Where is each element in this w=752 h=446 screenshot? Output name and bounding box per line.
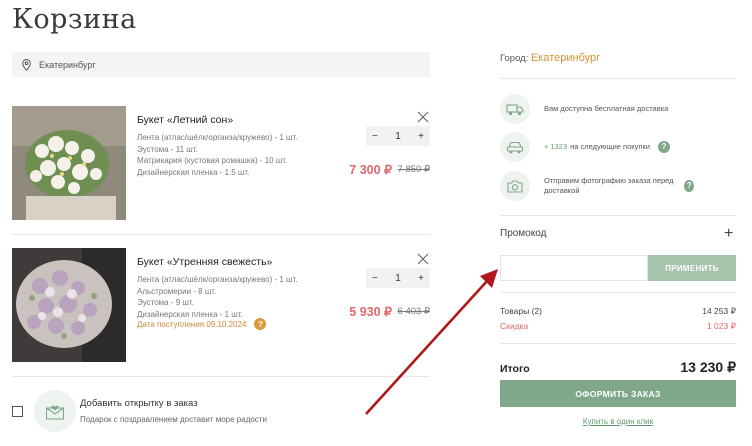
promo-expand-button[interactable]: + (724, 225, 733, 243)
perk-text: Отправим фотографию заказа перед доставк… (544, 176, 694, 196)
perk-text: + 1323 на следующие покупки ? (544, 141, 670, 153)
item-divider (12, 376, 430, 377)
goods-label: Товары (2) (500, 306, 542, 316)
current-price: 7 300 ₽ (349, 163, 392, 177)
help-icon[interactable]: ? (657, 141, 670, 153)
product-image[interactable] (12, 106, 126, 220)
camera-icon (500, 171, 530, 201)
perk-bonus: + 1323 на следующие покупки ? (500, 131, 736, 163)
composition-line: Дизайнерская пленка - 1.5 шт. (137, 167, 250, 177)
sidebar-divider (500, 292, 736, 293)
apply-promo-button[interactable]: ПРИМЕНИТЬ (648, 255, 736, 281)
close-icon[interactable] (416, 110, 430, 124)
quantity-value[interactable]: 1 (395, 273, 401, 284)
total-value: 13 230 ₽ (680, 359, 736, 375)
product-composition: Лента (атлас/шёлк/органза/кружево) - 1 ш… (137, 274, 297, 320)
location-pin-icon (22, 58, 31, 71)
product-name[interactable]: Букет «Летний сон» (137, 114, 233, 126)
greeting-card-option: Добавить открытку в заказ Подарок с позд… (12, 388, 430, 438)
car-icon (500, 132, 530, 162)
total-label: Итого (500, 363, 530, 375)
arrival-date-text: Дата поступления 09.10.2024 (137, 319, 247, 329)
discount-value: 1 023 ₽ (706, 321, 736, 331)
perk-free-delivery: Вам доступна бесплатная доставка (500, 93, 736, 125)
decrease-button[interactable]: − (372, 273, 378, 284)
composition-line: Альстромерии - 8 шт. (137, 286, 217, 296)
product-image[interactable] (12, 248, 126, 362)
sidebar-divider (500, 215, 736, 216)
product-name[interactable]: Букет «Утренняя свежесть» (137, 256, 272, 268)
summary-goods: Товары (2) 14 253 ₽ (500, 306, 736, 317)
city-value[interactable]: Екатеринбург (531, 52, 600, 64)
composition-line: Матрикария (кустовая ромашка) - 10 шт. (137, 156, 288, 165)
composition-line: Эустома - 9 шт. (137, 298, 194, 307)
checkout-button[interactable]: ОФОРМИТЬ ЗАКАЗ (500, 380, 736, 407)
perk-photo: Отправим фотографию заказа перед доставк… (500, 170, 736, 202)
help-icon[interactable]: ? (684, 180, 694, 192)
old-price: 6 403 ₽ (397, 306, 430, 317)
quantity-stepper: − 1 + (366, 268, 430, 288)
summary-total: Итого 13 230 ₽ (500, 359, 736, 376)
page-title: Корзина (12, 4, 137, 35)
composition-line: Эустома - 11 шт. (137, 144, 198, 154)
arrival-date: Дата поступления 09.10.2024 ? (137, 318, 267, 330)
city-selector-value: Екатеринбург (39, 59, 96, 70)
product-composition: Лента (атлас/шёлк/органза/кружево) - 1 ш… (137, 132, 297, 178)
city-selector[interactable]: Екатеринбург (12, 52, 430, 77)
sidebar-divider (500, 343, 736, 344)
bonus-amount: + 1323 (544, 142, 568, 151)
delivery-truck-icon (500, 94, 530, 124)
composition-line: Лента (атлас/шёлк/органза/кружево) - 1 ш… (137, 275, 298, 284)
goods-value: 14 253 ₽ (702, 306, 736, 316)
quantity-stepper: − 1 + (366, 126, 430, 146)
close-icon[interactable] (416, 252, 430, 266)
greeting-card-subtitle: Подарок с поздравлением доставит море ра… (80, 415, 267, 424)
greeting-card-checkbox[interactable] (12, 406, 23, 417)
increase-button[interactable]: + (418, 273, 424, 284)
item-divider (12, 234, 430, 235)
promo-label[interactable]: Промокод (500, 228, 546, 239)
summary-discount: Скидка 1 023 ₽ (500, 321, 736, 332)
old-price: 7 850 ₽ (397, 164, 430, 175)
city-label: Город: (500, 53, 529, 64)
sidebar-divider (500, 78, 736, 79)
discount-label: Скидка (500, 321, 529, 331)
perk-text: Вам доступна бесплатная доставка (544, 104, 669, 113)
cart-item: Букет «Утренняя свежесть» Лента (атлас/ш… (12, 248, 430, 364)
current-price: 5 930 ₽ (349, 305, 392, 319)
composition-line: Лента (атлас/шёлк/органза/кружево) - 1 ш… (137, 133, 298, 142)
city-line: Город: Екатеринбург (500, 52, 600, 64)
envelope-icon (34, 390, 76, 432)
greeting-card-title: Добавить открытку в заказ (80, 398, 198, 409)
cart-item: Букет «Летний сон» Лента (атлас/шёлк/орг… (12, 106, 430, 222)
one-click-buy-link[interactable]: Купить в один клик (500, 417, 736, 426)
increase-button[interactable]: + (418, 131, 424, 142)
promo-code-input[interactable] (500, 255, 648, 281)
decrease-button[interactable]: − (372, 131, 378, 142)
quantity-value[interactable]: 1 (395, 131, 401, 142)
help-icon[interactable]: ? (254, 318, 267, 330)
